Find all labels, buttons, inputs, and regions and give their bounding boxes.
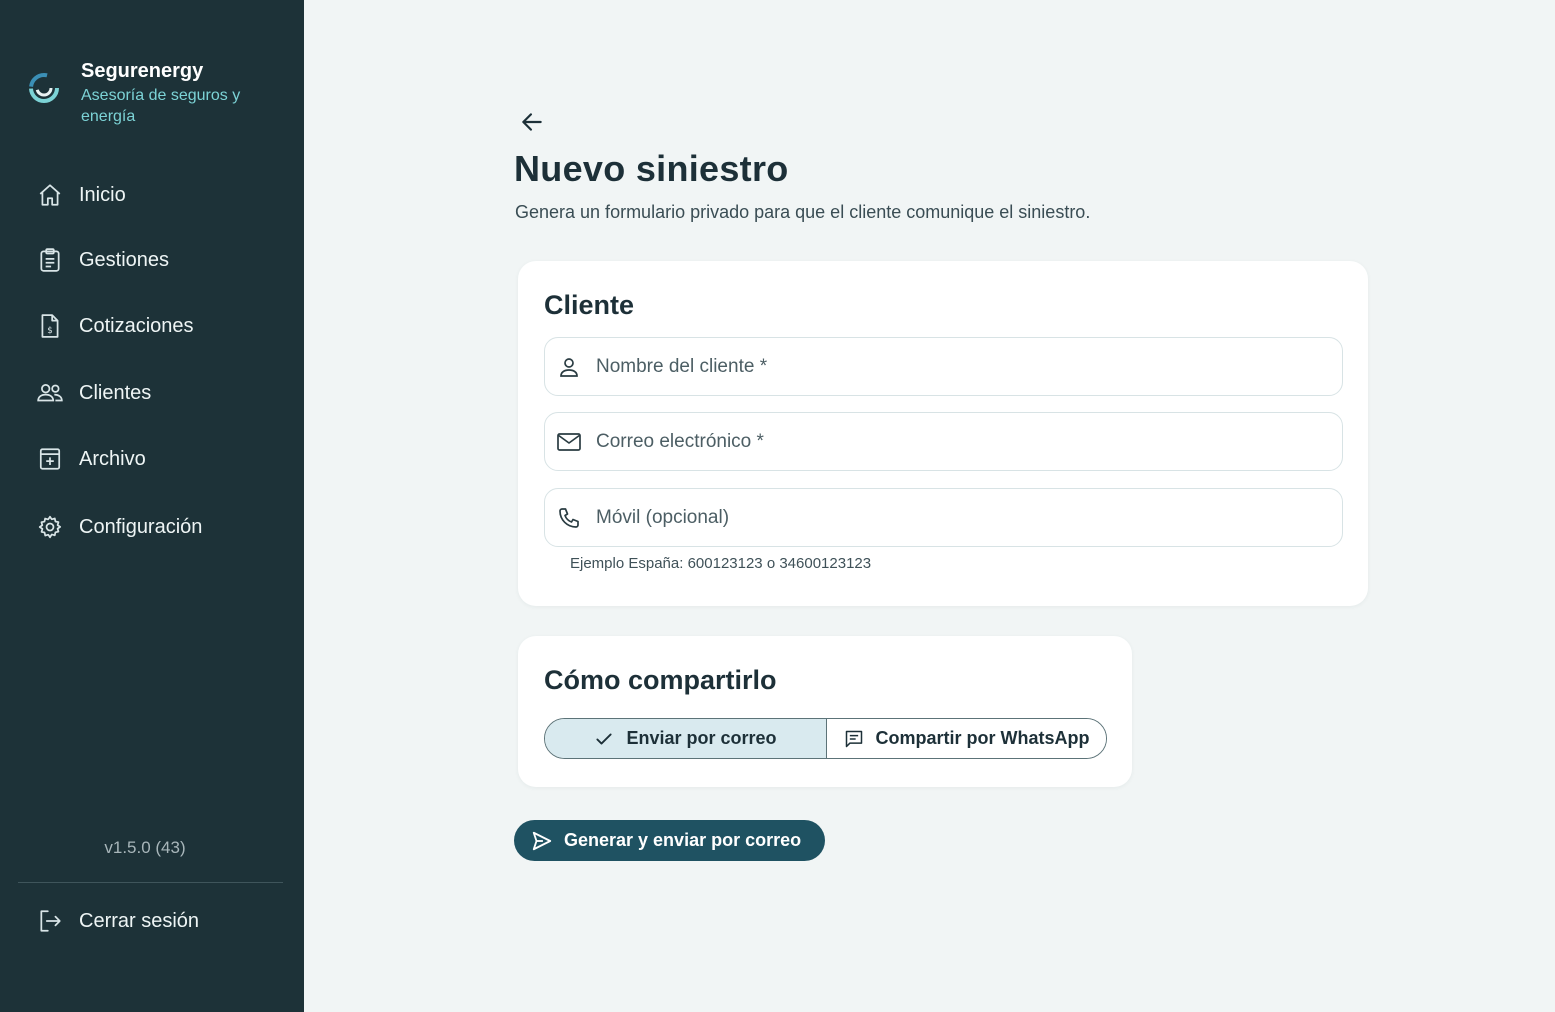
send-icon	[531, 830, 553, 852]
main-content: Nuevo siniestro Genera un formulario pri…	[304, 0, 1555, 1012]
chat-icon	[844, 729, 864, 749]
clipboard-icon	[36, 246, 64, 274]
sidebar-item-label: Archivo	[79, 447, 146, 470]
phone-hint: Ejemplo España: 600123123 o 34600123123	[570, 555, 872, 572]
page-description: Genera un formulario privado para que el…	[515, 202, 1091, 222]
client-email-input[interactable]	[596, 430, 1296, 453]
phone-icon	[556, 505, 582, 531]
page-title: Nuevo siniestro	[514, 148, 789, 189]
invoice-icon: $	[36, 312, 64, 340]
client-phone-input[interactable]	[596, 506, 1296, 529]
archive-icon	[36, 445, 64, 473]
sidebar-item-configuracion[interactable]: Configuración	[18, 501, 286, 553]
share-option-whatsapp[interactable]: Compartir por WhatsApp	[827, 719, 1106, 758]
share-card-title: Cómo compartirlo	[544, 665, 777, 695]
brand: Segurenergy Asesoría de seguros y energí…	[28, 58, 256, 127]
back-button[interactable]	[516, 106, 548, 138]
share-option-label: Compartir por WhatsApp	[875, 728, 1090, 748]
users-icon	[36, 379, 64, 407]
logout-icon	[36, 907, 64, 935]
share-option-email[interactable]: Enviar por correo	[545, 719, 827, 758]
share-method-toggle: Enviar por correo Compartir por WhatsApp	[544, 718, 1107, 759]
brand-logo-icon	[29, 73, 59, 103]
client-card-title: Cliente	[544, 290, 635, 320]
sidebar-item-label: Configuración	[79, 515, 203, 538]
check-icon	[594, 729, 614, 749]
home-icon	[36, 181, 64, 209]
app-version: v1.5.0 (43)	[104, 838, 186, 857]
brand-name: Segurenergy	[81, 60, 204, 82]
gear-icon	[36, 513, 64, 541]
user-icon	[556, 354, 582, 380]
client-phone-field[interactable]	[544, 488, 1343, 547]
mail-icon	[556, 429, 582, 455]
sidebar-item-label: Cotizaciones	[79, 314, 194, 337]
sidebar-item-cotizaciones[interactable]: $ Cotizaciones	[18, 300, 286, 352]
generate-send-button[interactable]: Generar y enviar por correo	[514, 820, 825, 861]
share-card: Cómo compartirlo Enviar por correo Compa…	[518, 636, 1132, 787]
brand-subtitle: Asesoría de seguros y energía	[81, 87, 241, 125]
arrow-left-icon	[522, 113, 542, 131]
client-name-input[interactable]	[596, 355, 1296, 378]
sidebar-item-label: Inicio	[79, 183, 126, 206]
sidebar-divider	[18, 882, 283, 883]
client-email-field[interactable]	[544, 412, 1343, 471]
sidebar-item-label: Clientes	[79, 381, 152, 404]
logout-label: Cerrar sesión	[79, 909, 200, 932]
client-name-field[interactable]	[544, 337, 1343, 396]
share-option-label: Enviar por correo	[626, 728, 777, 748]
sidebar-item-label: Gestiones	[79, 248, 170, 271]
sidebar-item-clientes[interactable]: Clientes	[18, 367, 286, 419]
sidebar: Segurenergy Asesoría de seguros y energí…	[0, 0, 304, 1012]
sidebar-item-inicio[interactable]: Inicio	[18, 169, 286, 221]
logout-button[interactable]: Cerrar sesión	[18, 895, 286, 947]
svg-text:$: $	[47, 326, 53, 336]
sidebar-item-archivo[interactable]: Archivo	[18, 433, 286, 485]
sidebar-item-gestiones[interactable]: Gestiones	[18, 234, 286, 286]
generate-send-label: Generar y enviar por correo	[564, 830, 802, 850]
client-card: Cliente Ejemplo España: 600123123 o 3460…	[518, 261, 1368, 606]
